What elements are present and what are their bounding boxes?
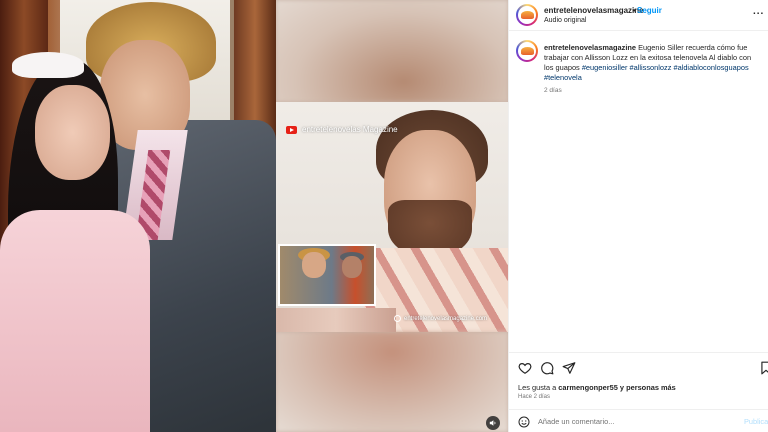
share-button[interactable]	[562, 361, 576, 375]
comment-button[interactable]	[540, 361, 554, 375]
post-media[interactable]: entretelenovelas Magazine entretelenovel…	[0, 0, 508, 432]
hashtag-link[interactable]: #eugeniosiller	[582, 63, 628, 72]
youtube-icon	[286, 125, 297, 134]
post-timestamp: Hace 2 días	[518, 394, 551, 400]
hashtag-link[interactable]: #allissonlozz	[629, 63, 671, 72]
publish-button[interactable]: Publicar	[744, 417, 768, 426]
save-button[interactable]	[759, 361, 768, 375]
send-icon	[562, 362, 576, 374]
avatar[interactable]	[516, 4, 538, 26]
video-channel-overlay: entretelenovelas Magazine	[286, 125, 398, 134]
bookmark-icon	[761, 361, 768, 375]
post-header: entretelenovelasmagazine Seguir • Audio …	[509, 0, 768, 31]
speaker-icon	[489, 420, 496, 426]
caption-timestamp: 2 días	[544, 87, 562, 94]
hashtag-link[interactable]: #telenovela	[544, 73, 582, 82]
separator-dot: •	[633, 6, 636, 15]
action-bar	[509, 352, 768, 375]
channel-overlay-label: entretelenovelas Magazine	[302, 125, 398, 134]
more-options-icon[interactable]: ...	[753, 6, 764, 17]
caption-avatar[interactable]	[516, 40, 538, 62]
globe-icon	[394, 315, 401, 322]
hashtag-link[interactable]: #aldiabloconlosguapos	[673, 63, 748, 72]
brand-logo	[520, 47, 534, 55]
post-side-panel: entretelenovelasmagazine Seguir • Audio …	[508, 0, 768, 432]
likes-summary: Les gusta a carmengonper55 y personas má…	[518, 383, 676, 392]
interview-video[interactable]: entretelenovelas Magazine entretelenovel…	[276, 0, 508, 432]
brand-logo	[520, 11, 534, 19]
emoji-icon[interactable]	[518, 416, 530, 428]
audio-label[interactable]: Audio original	[544, 17, 586, 24]
caption-username[interactable]: entretelenovelasmagazine	[544, 43, 636, 52]
watermark-label: entretelenovelasmagazine.com	[404, 315, 488, 322]
comment-icon	[541, 362, 554, 375]
telenovela-photo	[0, 0, 276, 432]
post-caption: entretelenovelasmagazine Eugenio Siller …	[544, 43, 760, 83]
liker-username[interactable]: carmengonper55	[558, 383, 618, 392]
likes-suffix[interactable]: y personas más	[620, 383, 676, 392]
post-author-username[interactable]: entretelenovelasmagazine	[544, 6, 644, 15]
comment-bar: Publicar	[509, 409, 768, 432]
comment-input[interactable]	[538, 415, 728, 428]
heart-icon	[518, 363, 532, 374]
website-watermark: entretelenovelasmagazine.com	[394, 315, 487, 322]
follow-button[interactable]: Seguir	[637, 6, 662, 15]
like-button[interactable]	[518, 361, 532, 375]
likes-prefix: Les gusta a	[518, 383, 557, 392]
mute-button[interactable]	[486, 416, 500, 430]
inset-clip-thumbnail	[278, 244, 376, 306]
